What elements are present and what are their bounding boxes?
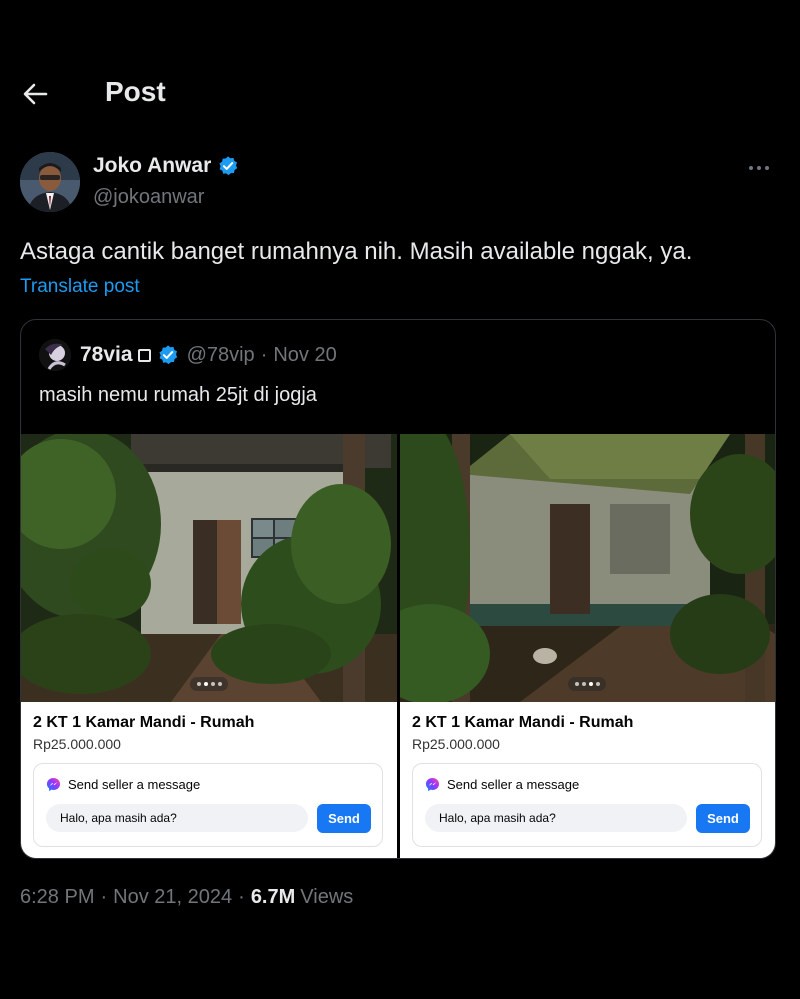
message-header: Send seller a message — [425, 777, 579, 792]
messenger-icon — [425, 777, 440, 792]
listing-price: Rp25.000.000 — [412, 736, 500, 752]
listing-title: 2 KT 1 Kamar Mandi - Rumah — [33, 714, 255, 731]
separator-dot: · — [260, 343, 268, 366]
send-button[interactable]: Send — [696, 804, 750, 833]
listing-title: 2 KT 1 Kamar Mandi - Rumah — [412, 714, 634, 731]
separator-dot: · — [238, 886, 245, 908]
post-time[interactable]: 6:28 PM — [20, 886, 94, 909]
verified-badge-icon — [159, 345, 177, 365]
messenger-icon — [46, 777, 61, 792]
avatar-image — [20, 152, 80, 212]
message-input[interactable]: Halo, apa masih ada? — [46, 804, 308, 832]
listing-screenshot[interactable]: 2 KT 1 Kamar Mandi - Rumah Rp25.000.000 … — [21, 434, 397, 858]
separator-dot: · — [100, 886, 108, 908]
house-photo — [400, 434, 775, 702]
post-meta: 6:28 PM · Nov 21, 2024 · 6.7M Views — [20, 886, 353, 909]
square-icon — [137, 348, 151, 362]
post-author: Joko Anwar @jokoanwar — [20, 152, 780, 214]
listing-screenshot[interactable]: 2 KT 1 Kamar Mandi - Rumah Rp25.000.000 … — [400, 434, 775, 858]
author-name[interactable]: Joko Anwar — [93, 154, 211, 178]
more-button[interactable] — [744, 158, 774, 178]
send-seller-message-box: Send seller a message Halo, apa masih ad… — [412, 763, 762, 847]
quoted-post[interactable]: 78via @78vip · Nov 20 masih nemu rumah 2… — [20, 319, 776, 859]
author-handle[interactable]: @jokoanwar — [93, 186, 204, 209]
quoted-author-name: 78via — [80, 343, 133, 366]
avatar[interactable] — [20, 152, 80, 212]
listing-price: Rp25.000.000 — [33, 736, 121, 752]
author-name-row: Joko Anwar — [93, 154, 239, 178]
quoted-avatar — [39, 339, 71, 371]
back-button[interactable] — [20, 80, 52, 108]
carousel-indicator — [190, 677, 228, 691]
quoted-author-handle: @78vip — [186, 343, 255, 366]
message-label: Send seller a message — [68, 777, 201, 792]
page-title: Post — [105, 76, 166, 107]
send-button[interactable]: Send — [317, 804, 371, 833]
message-header: Send seller a message — [46, 777, 200, 792]
post-date[interactable]: Nov 21, 2024 — [113, 886, 232, 909]
quoted-post-date: Nov 20 — [273, 343, 337, 366]
quoted-avatar-image — [39, 339, 71, 371]
views-label: Views — [300, 886, 354, 908]
translate-post-link[interactable]: Translate post — [20, 276, 140, 298]
media-grid: 2 KT 1 Kamar Mandi - Rumah Rp25.000.000 … — [21, 434, 775, 858]
quoted-post-text: masih nemu rumah 25jt di jogja — [39, 384, 317, 406]
send-seller-message-box: Send seller a message Halo, apa masih ad… — [33, 763, 383, 847]
top-bar: Post — [0, 62, 800, 126]
arrow-left-icon — [23, 83, 48, 105]
house-photo — [21, 434, 397, 702]
message-label: Send seller a message — [447, 777, 580, 792]
quoted-post-header: 78via @78vip · Nov 20 — [39, 338, 337, 372]
post-text: Astaga cantik banget rumahnya nih. Masih… — [20, 238, 693, 265]
views-count: 6.7M — [250, 886, 296, 908]
message-input[interactable]: Halo, apa masih ada? — [425, 804, 687, 832]
more-horizontal-icon — [749, 166, 769, 170]
verified-badge-icon — [219, 156, 238, 176]
carousel-indicator — [568, 677, 606, 691]
